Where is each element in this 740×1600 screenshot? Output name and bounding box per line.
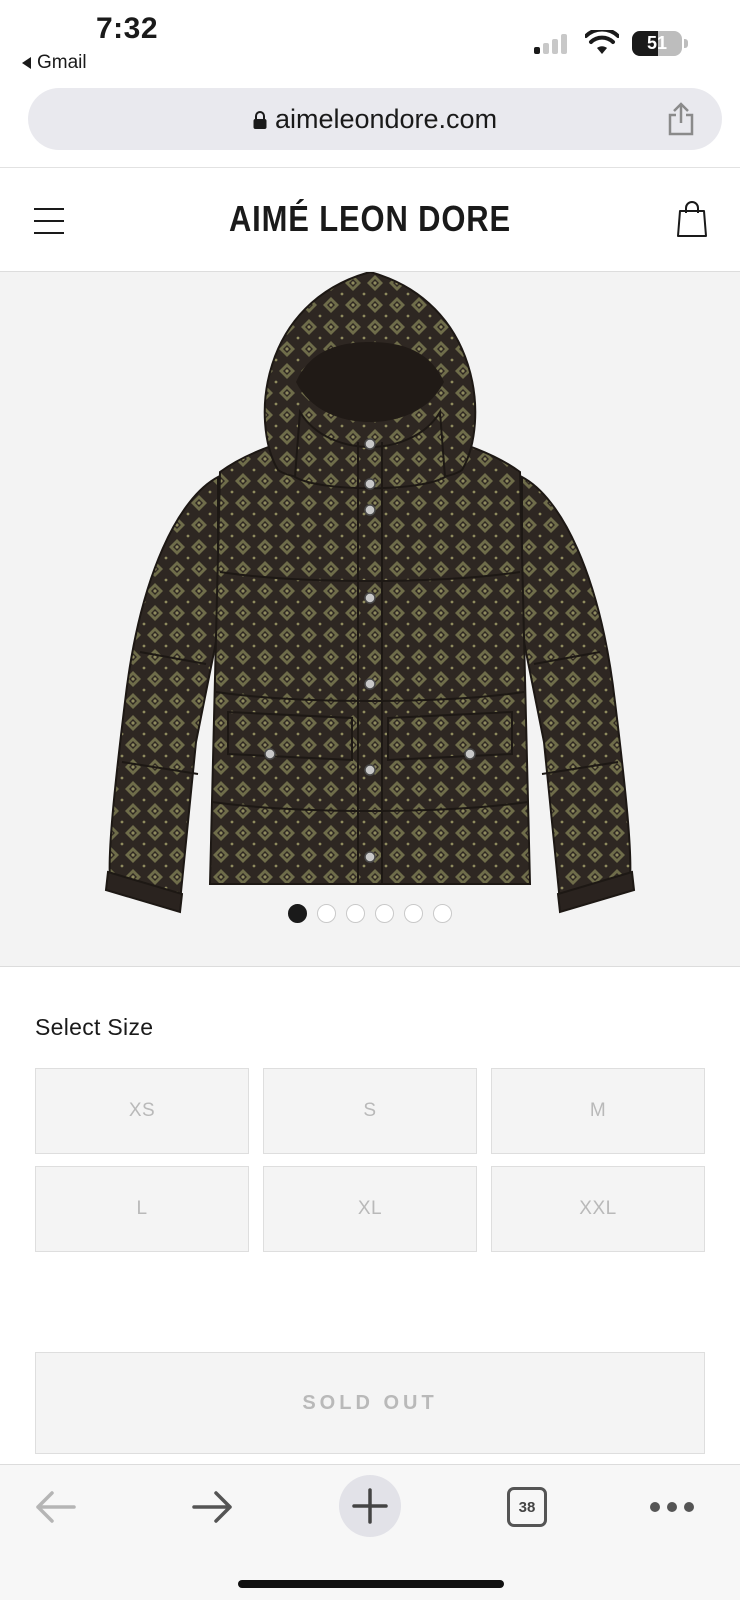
product-image[interactable]: [0, 272, 740, 966]
size-option-xxl[interactable]: XXL: [491, 1166, 705, 1252]
size-option-xl[interactable]: XL: [263, 1166, 477, 1252]
shopping-bag-icon[interactable]: [676, 200, 708, 238]
tabs-count: 38: [518, 1498, 536, 1516]
size-grid: XS S M L XL XXL: [35, 1068, 705, 1252]
size-option-m[interactable]: M: [491, 1068, 705, 1154]
status-time: 7:32: [96, 12, 159, 45]
carousel-dot[interactable]: [288, 904, 307, 923]
url-text: aimeleondore.com: [274, 103, 498, 134]
carousel-dot[interactable]: [317, 904, 336, 923]
share-icon[interactable]: [666, 102, 696, 136]
site-header: AIMÉ LEON DORE: [0, 168, 740, 272]
battery-icon: 51: [632, 31, 682, 56]
back-triangle-icon: [22, 57, 31, 69]
more-icon[interactable]: [650, 1502, 694, 1512]
new-tab-button[interactable]: [339, 1475, 401, 1537]
signal-icon: [534, 34, 567, 54]
size-section-title: Select Size: [35, 1014, 154, 1040]
url-display: aimeleondore.com: [28, 88, 722, 150]
battery-tip: [684, 39, 688, 48]
back-to-app-button[interactable]: Gmail: [22, 52, 87, 74]
jacket-image: [104, 272, 636, 914]
sold-out-button[interactable]: SOLD OUT: [35, 1352, 705, 1454]
wifi-icon: [585, 30, 619, 54]
forward-arrow-icon[interactable]: [190, 1487, 234, 1527]
divider: [0, 966, 740, 967]
size-option-xs[interactable]: XS: [35, 1068, 249, 1154]
status-bar: 7:32 Gmail 51: [0, 0, 740, 84]
lock-icon: [253, 111, 267, 129]
back-app-label: Gmail: [37, 52, 87, 73]
brand-logo[interactable]: AIMÉ LEON DORE: [52, 198, 688, 240]
url-bar[interactable]: aimeleondore.com: [28, 88, 722, 150]
size-option-l[interactable]: L: [35, 1166, 249, 1252]
carousel-dot[interactable]: [404, 904, 423, 923]
battery-percent: 51: [646, 33, 668, 53]
carousel-dot[interactable]: [375, 904, 394, 923]
size-option-s[interactable]: S: [263, 1068, 477, 1154]
carousel-dots: [0, 904, 740, 923]
carousel-dot[interactable]: [433, 904, 452, 923]
carousel-dot[interactable]: [346, 904, 365, 923]
plus-icon: [352, 1488, 388, 1524]
tabs-icon[interactable]: 38: [507, 1487, 547, 1527]
home-indicator: [238, 1580, 504, 1588]
back-arrow-icon[interactable]: [34, 1487, 78, 1527]
